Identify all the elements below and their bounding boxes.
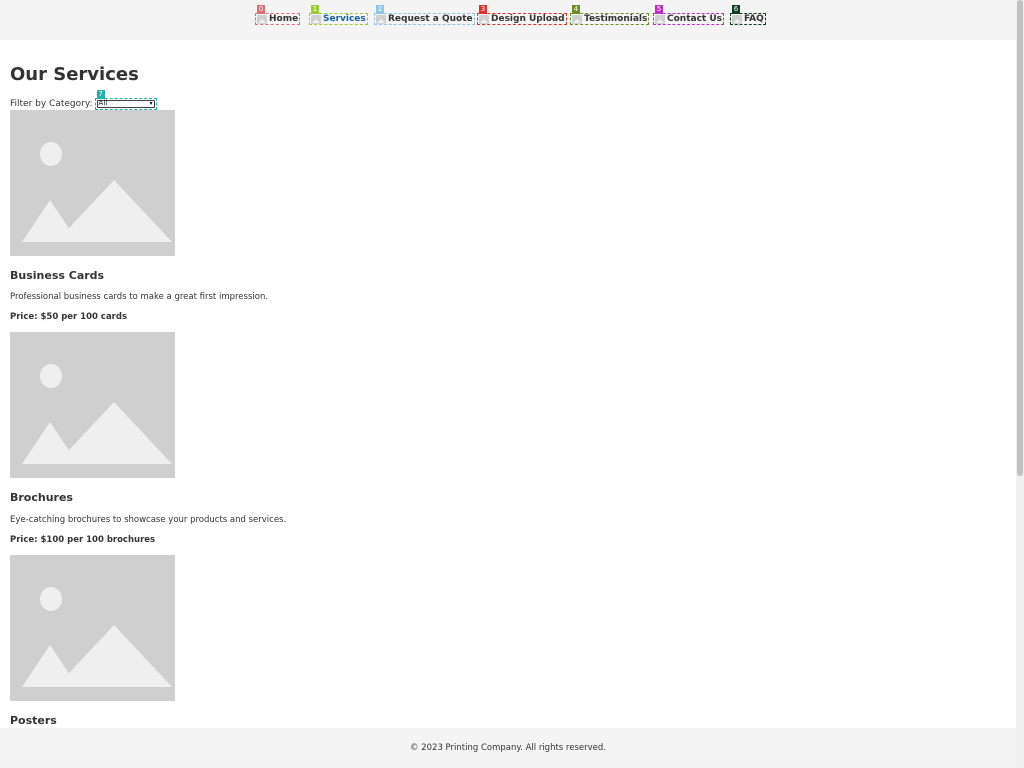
category-select-value: All [98,99,108,107]
nav-tag: 2 [376,5,384,14]
service-description: Eye-catching brochures to showcase your … [10,515,287,525]
nav-link-label: Design Upload [491,14,565,24]
nav-link-label: Testimonials [584,14,648,24]
faq-thumbnail-icon [732,14,742,24]
nav-link-contact-us[interactable]: 5 Contact Us [653,5,725,25]
category-filter: Filter by Category: 7 All ▾ [10,89,157,110]
upload-thumbnail-icon [479,14,489,24]
page-title: Our Services [10,64,139,85]
nav-link-design-upload[interactable]: 3 Design Upload [477,5,567,25]
nav-link-request-quote[interactable]: 2 Request a Quote [374,5,475,25]
site-header: 0 Home 1 Services 2 Request a Quote 3 De… [0,0,1016,40]
testimonials-thumbnail-icon [572,14,582,24]
quote-thumbnail-icon [376,14,386,24]
nav-link-label: Services [323,14,366,24]
vertical-scrollbar[interactable] [1016,0,1024,768]
nav-link-label: Request a Quote [388,14,473,24]
nav-tag: 3 [479,5,487,14]
nav-link-label: Home [269,14,299,24]
main-nav: 0 Home 1 Services 2 Request a Quote 3 De… [0,5,1016,27]
image-placeholder-icon [40,142,62,166]
nav-link-home[interactable]: 0 Home [255,5,301,25]
mountain-shape [56,625,172,687]
footer-copyright: © 2023 Printing Company. All rights rese… [410,743,606,753]
nav-tag: 6 [732,5,740,14]
page: 0 Home 1 Services 2 Request a Quote 3 De… [0,0,1016,768]
chevron-down-icon: ▾ [149,100,153,107]
filter-tag: 7 [96,89,105,99]
service-description: Professional business cards to make a gr… [10,292,269,302]
image-placeholder-icon [40,364,62,388]
nav-link-services[interactable]: 1 Services [309,5,368,25]
nav-link-label: Contact Us [667,14,723,24]
image-placeholder-icon [40,587,62,611]
service-image-placeholder [10,110,175,256]
nav-link-label: FAQ [744,14,764,24]
services-thumbnail-icon [311,14,321,24]
scrollbar-thumb[interactable] [1017,0,1023,476]
nav-link-testimonials[interactable]: 4 Testimonials [570,5,650,25]
nav-tag: 0 [257,5,265,14]
nav-tag: 4 [572,5,580,14]
filter-label: Filter by Category: [10,98,93,109]
nav-tag: 1 [311,5,319,14]
category-select-wrapper[interactable]: 7 All ▾ [94,89,157,110]
category-select[interactable]: All ▾ [96,99,155,108]
site-footer: © 2023 Printing Company. All rights rese… [0,728,1016,768]
contact-thumbnail-icon [655,14,665,24]
service-image-placeholder [10,555,175,701]
service-name: Posters [10,714,57,727]
service-name: Business Cards [10,269,105,282]
home-thumbnail-icon [257,14,267,24]
service-price: Price: $50 per 100 cards [10,312,128,322]
service-name: Brochures [10,491,73,504]
mountain-shape [56,402,172,464]
service-price: Price: $100 per 100 brochures [10,535,156,545]
nav-tag: 5 [655,5,663,14]
service-image-placeholder [10,332,175,478]
mountain-shape [56,180,172,242]
nav-link-faq[interactable]: 6 FAQ [730,5,766,25]
